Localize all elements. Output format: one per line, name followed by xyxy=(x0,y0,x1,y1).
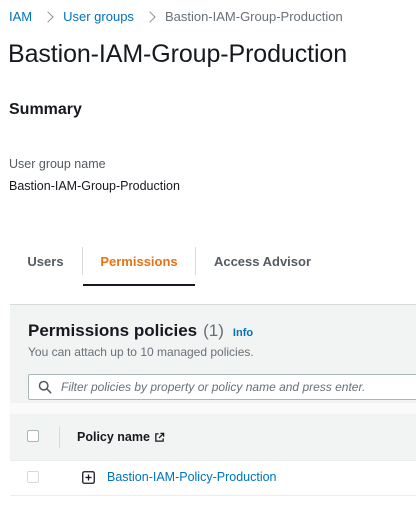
tab-users[interactable]: Users xyxy=(9,236,82,286)
chevron-right-icon xyxy=(144,10,156,23)
tab-access-advisor[interactable]: Access Advisor xyxy=(196,236,329,286)
external-link-icon xyxy=(155,432,165,442)
user-group-name-value: Bastion-IAM-Group-Production xyxy=(9,179,180,193)
policy-name-link[interactable]: Bastion-IAM-Policy-Production xyxy=(107,470,277,484)
permissions-policies-title: Permissions policies xyxy=(28,321,198,340)
info-link[interactable]: Info xyxy=(233,327,253,339)
policies-table-header xyxy=(10,414,416,461)
panel-title: Permissions policies (1) Info xyxy=(28,321,253,341)
search-icon xyxy=(38,380,52,394)
chevron-right-icon xyxy=(42,10,54,23)
row-select-checkbox[interactable] xyxy=(27,471,39,483)
breadcrumb-iam-link[interactable]: IAM xyxy=(9,9,32,24)
select-all-checkbox[interactable] xyxy=(27,430,39,442)
tab-bar: Users Permissions Access Advisor xyxy=(9,236,329,286)
page-title: Bastion-IAM-Group-Production xyxy=(8,40,348,68)
panel-description: You can attach up to 10 managed policies… xyxy=(28,345,254,359)
policy-name-column-header[interactable]: Policy name xyxy=(77,430,165,444)
iam-user-group-page: IAM User groups Bastion-IAM-Group-Produc… xyxy=(0,0,416,511)
policy-count: (1) xyxy=(203,321,224,340)
breadcrumb-current: Bastion-IAM-Group-Production xyxy=(164,9,343,24)
column-divider xyxy=(59,426,60,448)
user-group-name-label: User group name xyxy=(9,157,106,171)
expand-plus-icon[interactable] xyxy=(82,471,95,484)
breadcrumb-user-groups-link[interactable]: User groups xyxy=(63,9,134,24)
breadcrumb: IAM User groups Bastion-IAM-Group-Produc… xyxy=(9,9,343,24)
filter-policies-field[interactable] xyxy=(28,374,416,400)
policy-name-column-label: Policy name xyxy=(77,430,150,444)
filter-policies-input[interactable] xyxy=(61,380,416,394)
page-background xyxy=(0,496,416,511)
tab-permissions[interactable]: Permissions xyxy=(83,236,195,286)
summary-heading: Summary xyxy=(9,101,82,118)
